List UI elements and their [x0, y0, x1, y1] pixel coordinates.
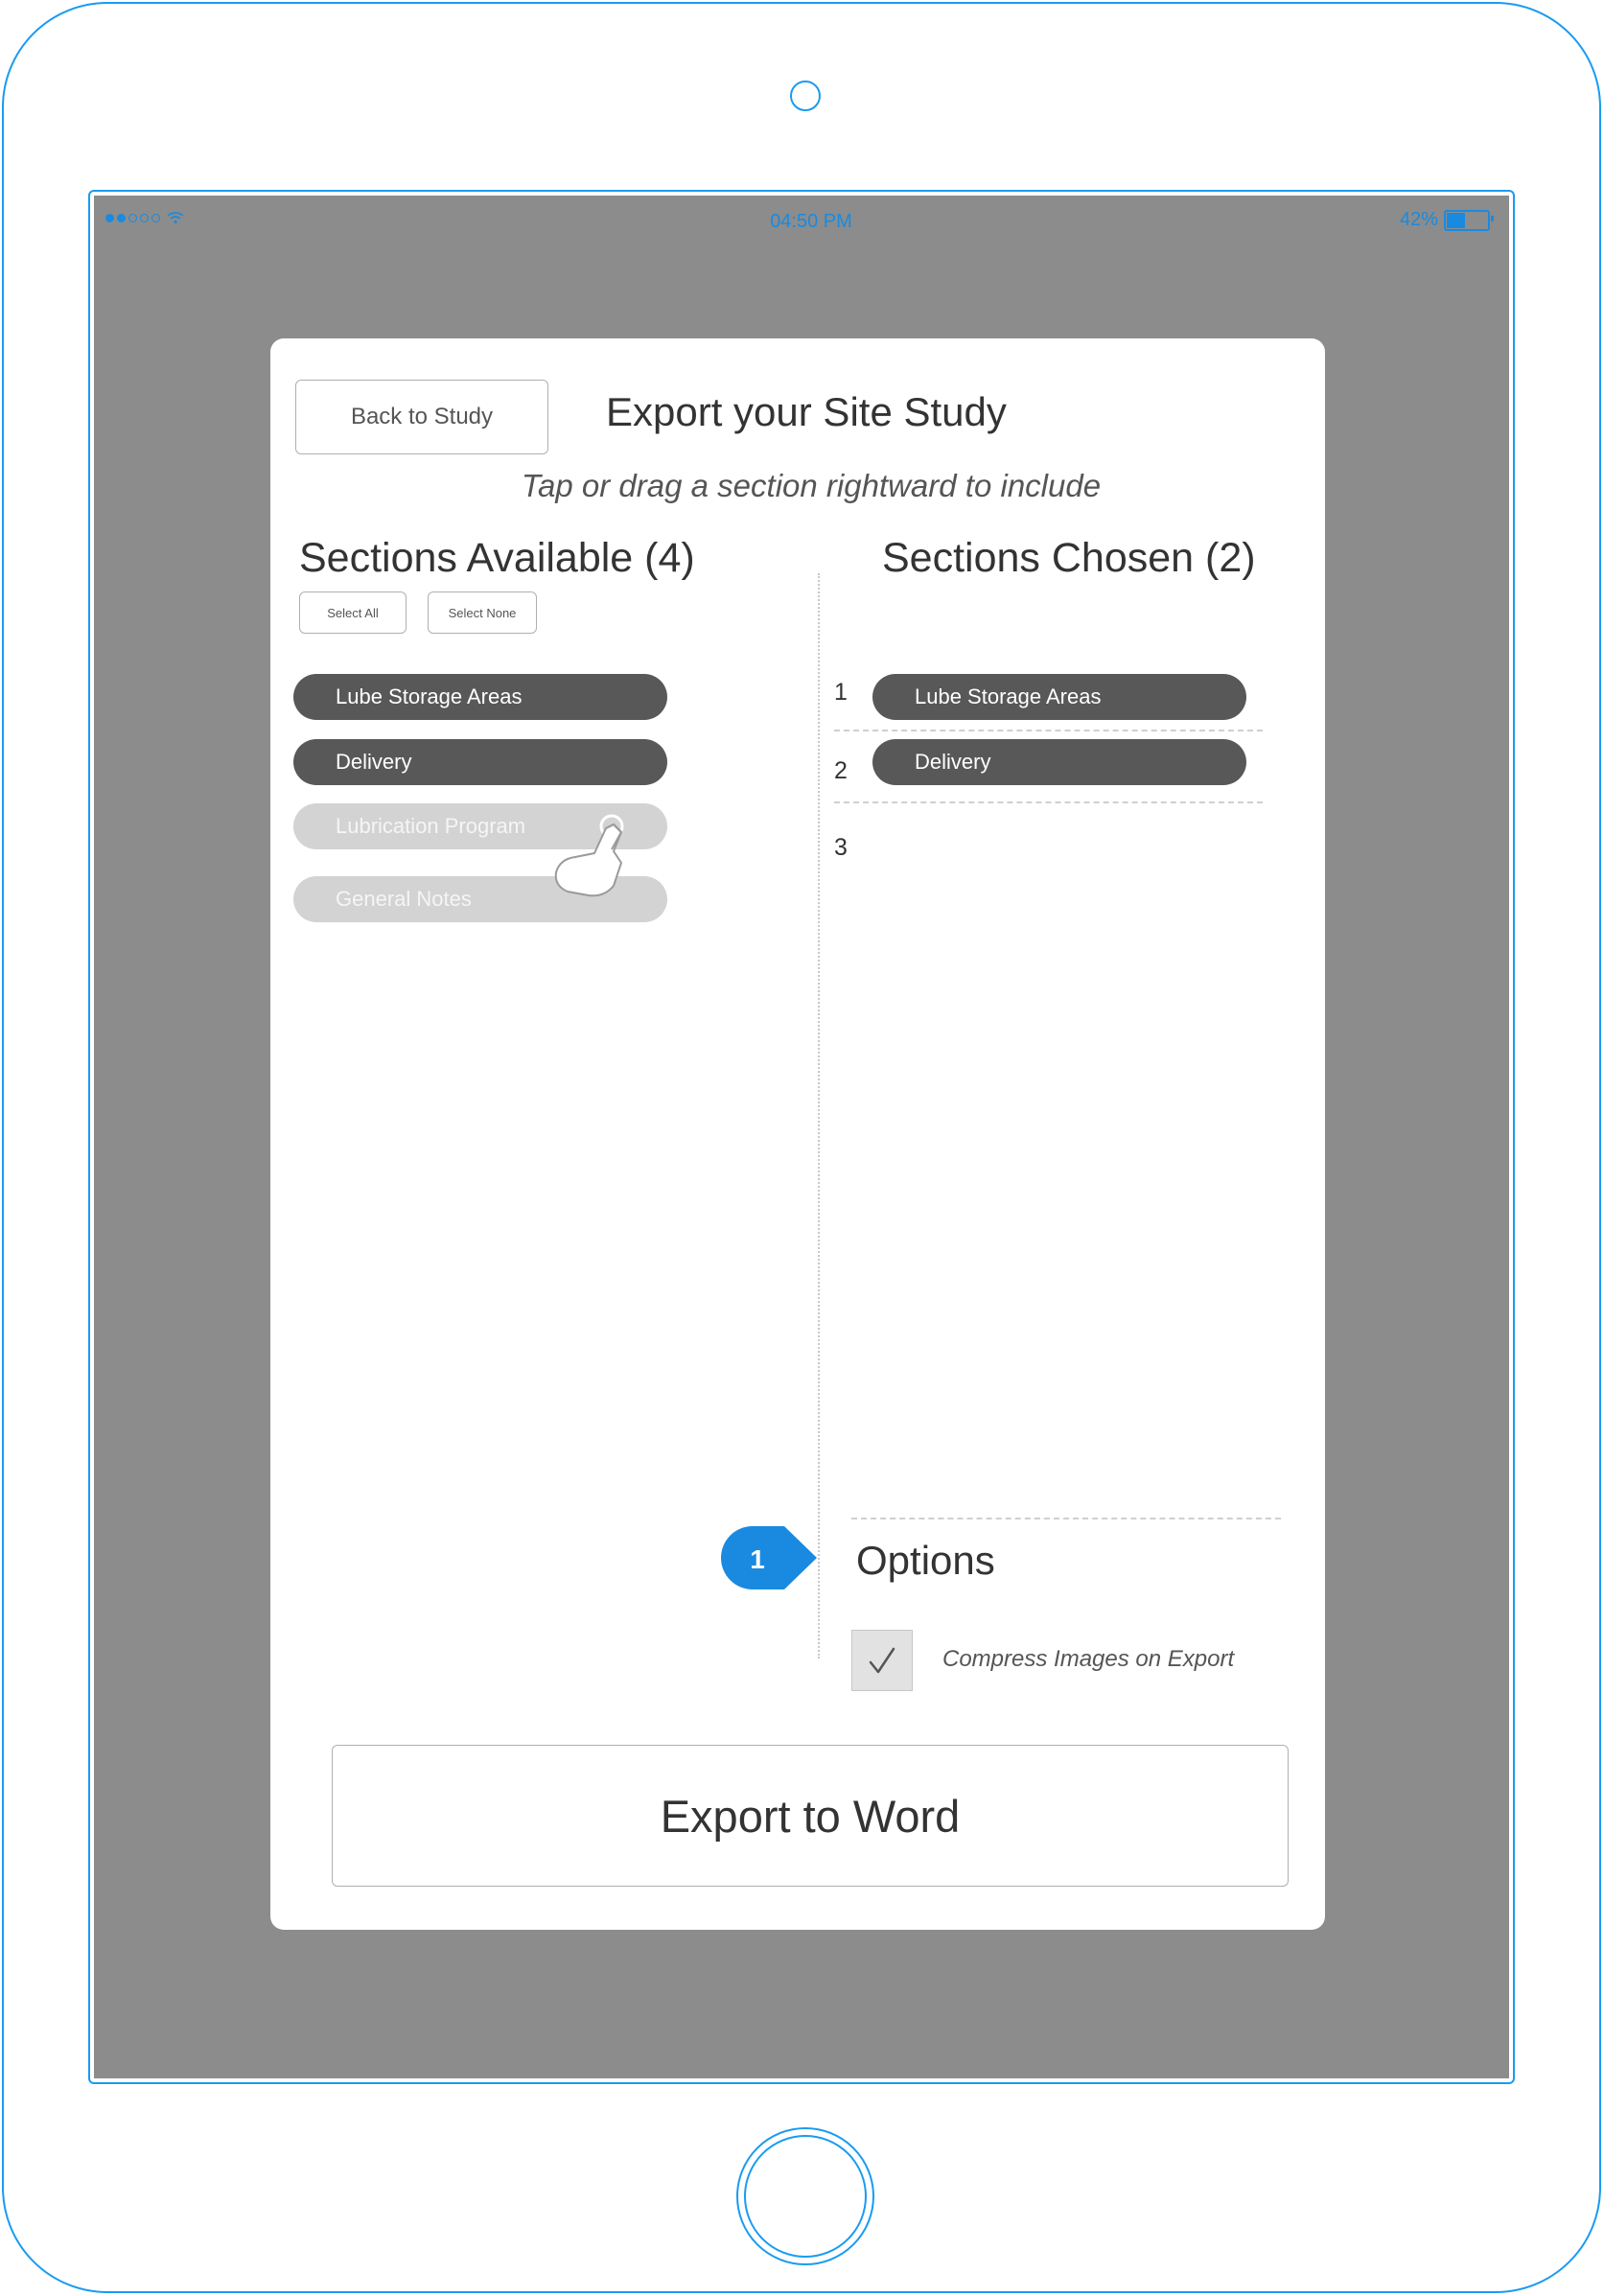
battery-icon	[1444, 209, 1495, 231]
annotation-callout-marker: 1	[721, 1526, 817, 1589]
slot-separator	[834, 730, 1263, 731]
sections-chosen-heading: Sections Chosen (2)	[882, 535, 1256, 581]
battery-percent: 42%	[1400, 209, 1439, 230]
back-to-study-button[interactable]: Back to Study	[295, 380, 548, 454]
callout-number: 1	[750, 1544, 765, 1574]
slot-number: 2	[834, 757, 848, 784]
column-divider	[818, 573, 820, 1658]
sections-available-heading: Sections Available (4)	[299, 535, 695, 581]
available-section-item[interactable]: Lube Storage Areas	[293, 674, 667, 720]
compress-images-label: Compress Images on Export	[942, 1646, 1235, 1672]
slot-number: 3	[834, 834, 848, 861]
slot-number: 1	[834, 679, 848, 706]
options-heading: Options	[856, 1538, 995, 1583]
checkmark-icon	[869, 1647, 895, 1674]
select-all-button[interactable]: Select All	[299, 591, 407, 634]
page-title: Export your Site Study	[606, 389, 1007, 434]
select-none-button[interactable]: Select None	[428, 591, 537, 634]
home-button-ring	[744, 2135, 867, 2258]
camera-icon	[790, 81, 821, 111]
chosen-section-item[interactable]: Lube Storage Areas	[872, 674, 1246, 720]
battery-indicator: 42%	[1400, 209, 1495, 231]
options-separator	[851, 1518, 1281, 1519]
instruction-text: Tap or drag a section rightward to inclu…	[521, 468, 1102, 503]
compress-images-checkbox[interactable]	[851, 1630, 913, 1691]
chosen-section-item[interactable]: Delivery	[872, 739, 1246, 785]
available-section-item[interactable]: Delivery	[293, 739, 667, 785]
export-to-word-button[interactable]: Export to Word	[332, 1745, 1289, 1887]
tap-gesture-hand-icon	[554, 814, 624, 897]
status-time: 04:50 PM	[770, 211, 852, 232]
slot-separator	[834, 801, 1263, 803]
